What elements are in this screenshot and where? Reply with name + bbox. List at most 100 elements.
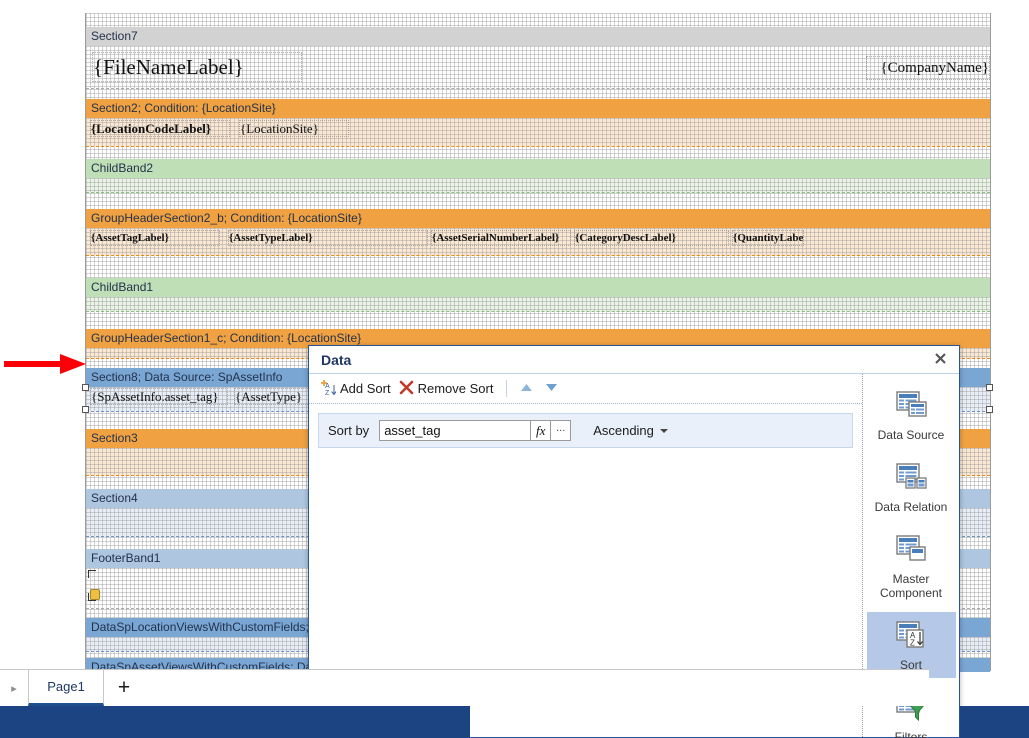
remove-sort-label: Remove Sort [417, 381, 494, 396]
dialog-category-data-source[interactable]: Data Source [867, 382, 956, 448]
report-text-element-label: {CompanyName} [880, 59, 989, 76]
browse-button[interactable]: ... [551, 420, 572, 441]
band-resize-handle[interactable] [82, 406, 89, 413]
band-grid [86, 297, 990, 311]
band-body[interactable]: {FileNameLabel} {CompanyName} [86, 46, 990, 89]
sort-direction-dropdown[interactable]: Ascending [593, 423, 668, 438]
band-header-label: Section4 [91, 491, 138, 505]
page-tab-label: Page1 [47, 679, 85, 694]
report-band[interactable]: ChildBand2 [86, 159, 990, 193]
page-tab-bar: ▸ Page1 + [0, 669, 929, 706]
band-header-label: Section8; Data Source: SpAssetInfo [91, 370, 283, 384]
band-header[interactable]: ChildBand1 [86, 278, 990, 297]
move-down-icon[interactable] [539, 381, 564, 396]
element-corner-marker [212, 231, 219, 238]
taskbar-left [0, 706, 470, 738]
report-band[interactable]: GroupHeaderSection2_b; Condition: {Locat… [86, 209, 990, 256]
expression-fx-button[interactable]: fx [531, 420, 552, 441]
report-text-element-label: {QuantityLabel} [733, 232, 804, 244]
band-grid [86, 178, 990, 192]
toolbar-divider [506, 380, 508, 397]
data-source-icon [891, 388, 931, 425]
report-band[interactable]: ChildBand1 [86, 278, 990, 312]
dialog-category-label: Master Component [879, 572, 943, 600]
band-header-label: ChildBand1 [91, 280, 154, 294]
band-header-label: ChildBand2 [91, 161, 154, 175]
report-text-element-label: {AssetTypeLabel} [229, 232, 313, 244]
add-sort-button[interactable]: A Z Add Sort [317, 377, 397, 401]
band-body[interactable] [86, 297, 990, 312]
move-up-icon[interactable] [514, 381, 539, 396]
band-resize-handle[interactable] [82, 384, 89, 391]
band-body[interactable]: {AssetTagLabel} {AssetTypeLabel} {AssetSer… [86, 228, 990, 256]
svg-text:A: A [325, 383, 330, 390]
band-body[interactable]: {LocationCodeLabel} {LocationSite} [86, 118, 990, 147]
band-header[interactable]: ChildBand2 [86, 159, 990, 178]
sort-direction-label: Ascending [593, 423, 654, 438]
report-text-element-label: {LocationSite} [240, 120, 319, 136]
remove-sort-icon [399, 380, 414, 398]
element-corner-marker [341, 129, 348, 136]
band-header[interactable]: Section2; Condition: {LocationSite} [86, 99, 990, 118]
dialog-category-data-relation[interactable]: Data Relation [867, 454, 956, 520]
close-icon[interactable] [929, 350, 951, 370]
page-tabs-host: Page1 [28, 670, 104, 706]
report-text-element[interactable]: {SpAssetInfo.asset_tag} [90, 388, 228, 405]
band-body[interactable] [86, 178, 990, 193]
dialog-category-label: Data Source [877, 428, 945, 442]
sort-entry-row[interactable]: Sort by fx ... Ascending [318, 413, 853, 448]
dialog-category-label: Data Relation [874, 500, 948, 514]
element-corner-marker [721, 231, 728, 238]
report-text-element[interactable]: {QuantityLabel} [732, 230, 804, 246]
element-corner-marker [867, 57, 874, 64]
report-text-element[interactable]: {LocationSite} [239, 120, 349, 137]
sort-az-icon: AZ [891, 618, 931, 655]
report-text-element-label: {FileNameLabel} [93, 54, 244, 79]
taskbar-right [960, 706, 1029, 738]
report-text-element[interactable]: {AssetTypeLabel} [228, 230, 428, 246]
dialog-category-label: Filters [894, 730, 928, 738]
tab-scroll-right-icon[interactable]: ▸ [0, 682, 28, 695]
remove-sort-button[interactable]: Remove Sort [397, 378, 500, 400]
sort-field-input[interactable] [379, 420, 532, 441]
report-text-element-label: {SpAssetInfo.asset_tag} [91, 388, 219, 404]
sort-toolbar: A Z Add Sort Remove Sort [309, 374, 862, 404]
report-text-element[interactable]: {CompanyName} [866, 56, 990, 80]
element-corner-marker [212, 238, 219, 245]
band-resize-handle[interactable] [986, 384, 993, 391]
element-corner-marker [721, 238, 728, 245]
element-corner-marker [222, 121, 229, 128]
svg-text:Z: Z [325, 390, 330, 396]
add-sort-label: Add Sort [340, 381, 391, 396]
report-text-element[interactable]: {AssetSerialNumberLabel} [431, 230, 571, 246]
element-corner-marker [222, 129, 229, 136]
dialog-category-master-component[interactable]: Master Component [867, 526, 956, 606]
element-corner-marker [420, 231, 427, 238]
data-relation-icon [891, 460, 931, 497]
report-text-element[interactable]: {CategoryDescLabel} [574, 230, 729, 246]
report-band[interactable]: Section7 {FileNameLabel} {CompanyName} [86, 27, 990, 89]
band-header[interactable]: Section7 [86, 27, 990, 46]
band-resize-handle[interactable] [986, 406, 993, 413]
app-root: Section7 {FileNameLabel} {CompanyName} Sect… [0, 0, 1029, 738]
red-pointer-arrow [2, 352, 88, 376]
report-text-element[interactable]: {FileNameLabel} [92, 52, 302, 82]
report-text-element[interactable]: {AssetTagLabel} [90, 230, 220, 246]
band-header-label: FooterBand1 [91, 551, 161, 565]
svg-text:Z: Z [910, 639, 915, 648]
band-header-label: Section3 [91, 431, 138, 445]
element-corner-marker [563, 231, 570, 238]
band-header[interactable]: GroupHeaderSection2_b; Condition: {Locat… [86, 209, 990, 228]
add-sort-icon: A Z [319, 379, 337, 399]
add-page-button[interactable]: + [104, 676, 144, 700]
master-component-icon [891, 532, 931, 569]
dialog-title-bar: Data [309, 346, 959, 374]
report-text-element-label: {LocationCodeLabel} [91, 120, 212, 136]
sort-by-label: Sort by [328, 423, 370, 438]
page-tab[interactable]: Page1 [28, 670, 104, 706]
dialog-title-text: Data [321, 352, 352, 368]
element-corner-marker [867, 72, 874, 79]
report-text-element[interactable]: {LocationCodeLabel} [90, 120, 230, 137]
element-corner-marker [341, 121, 348, 128]
report-band[interactable]: Section2; Condition: {LocationSite} {Loca… [86, 99, 990, 147]
